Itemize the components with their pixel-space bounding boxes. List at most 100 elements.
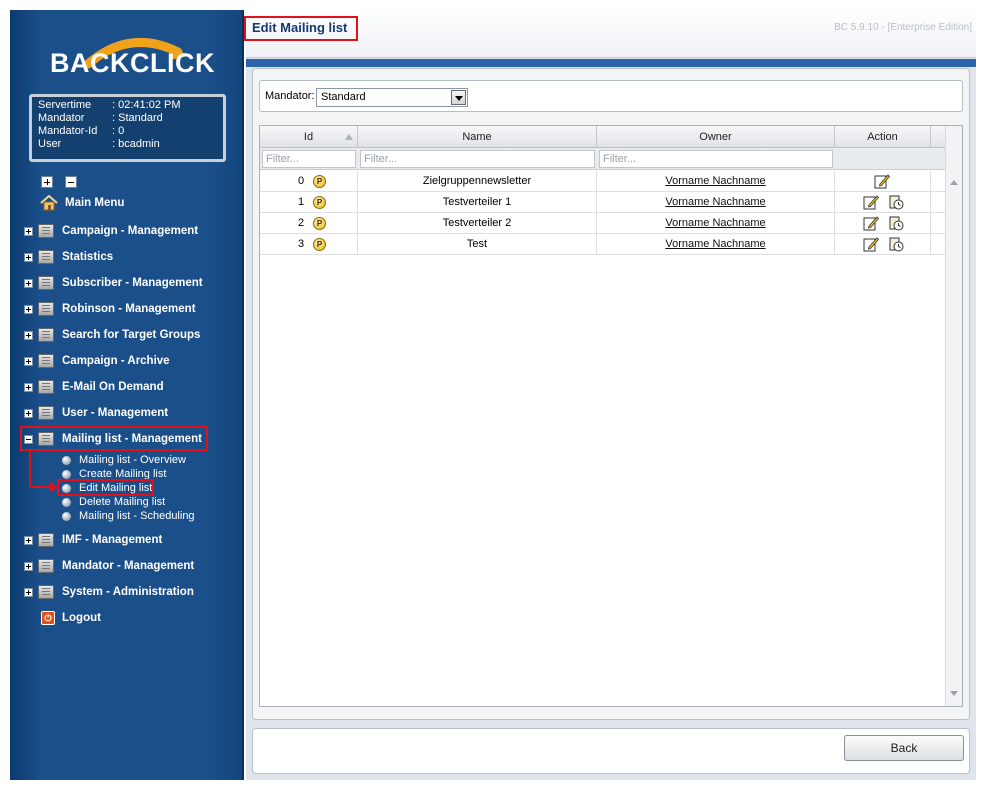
servertime-value: : 02:41:02 PM [112,99,181,111]
nav-label: Subscriber - Management [62,277,203,289]
schedule-icon[interactable] [888,216,904,231]
table-row[interactable]: 2P Testverteiler 2 Vorname Nachname [260,213,945,234]
sub-item-mailing-scheduling[interactable]: Mailing list - Scheduling [62,509,195,523]
nav-email-on-demand[interactable]: E-Mail On Demand [24,377,164,397]
annotation-arrow-icon [29,451,58,492]
nav-campaign-archive[interactable]: Campaign - Archive [24,351,170,371]
sub-item-mailing-overview[interactable]: Mailing list - Overview [62,453,186,467]
nav-label: Main Menu [65,197,125,209]
filter-input-name[interactable]: Filter... [360,150,595,168]
mandator-id-label: Mandator-Id [38,125,98,137]
nav-label: E-Mail On Demand [62,381,164,393]
nav-imf-management[interactable]: IMF - Management [24,530,162,550]
column-header-name[interactable]: Name [358,126,597,148]
row-name: Testverteiler 2 [358,213,597,234]
expand-icon[interactable] [24,278,33,288]
nav-system-administration[interactable]: System - Administration [24,582,194,602]
folder-icon [38,585,54,599]
home-icon [40,195,58,211]
folder-icon [38,276,54,290]
expand-icon[interactable] [24,561,33,571]
schedule-icon[interactable] [888,237,904,252]
p-badge-icon: P [313,217,326,230]
expand-icon[interactable] [24,330,33,340]
row-name: Testverteiler 1 [358,192,597,213]
table-row[interactable]: 0P Zielgruppennewsletter Vorname Nachnam… [260,171,945,192]
edit-icon[interactable] [874,174,890,189]
filter-input-id[interactable]: Filter... [262,150,356,168]
main-panel: Mandator: Standard Id Name Owner Action … [252,68,970,720]
user-label: User [38,138,62,150]
expand-icon[interactable] [24,304,33,314]
edit-icon[interactable] [863,195,879,210]
folder-icon [38,559,54,573]
folder-icon [38,302,54,316]
row-owner-link[interactable]: Vorname Nachname [665,175,765,187]
server-info-box: Servertime: 02:41:02 PM Mandator: Standa… [29,94,226,162]
row-owner-link[interactable]: Vorname Nachname [665,196,765,208]
row-owner-link[interactable]: Vorname Nachname [665,217,765,229]
table-row[interactable]: 1P Testverteiler 1 Vorname Nachname [260,192,945,213]
nav-subscriber-management[interactable]: Subscriber - Management [24,273,203,293]
folder-icon [38,224,54,238]
nav-logout[interactable]: ⏻ Logout [37,608,101,628]
filter-input-owner[interactable]: Filter... [599,150,833,168]
p-badge-icon: P [313,238,326,251]
nav-label: Search for Target Groups [62,329,201,341]
column-label: Name [462,131,492,143]
collapse-all-icon[interactable] [65,176,77,188]
expand-icon[interactable] [24,535,33,545]
nav-label: Campaign - Archive [62,355,170,367]
expand-icon[interactable] [24,356,33,366]
expand-icon[interactable] [24,382,33,392]
column-label: Action [867,131,898,143]
row-name: Zielgruppennewsletter [358,171,597,192]
table-row[interactable]: 3P Test Vorname Nachname [260,234,945,255]
expand-icon[interactable] [24,408,33,418]
mandator-id-value: : 0 [112,125,125,137]
p-badge-icon: P [313,196,326,209]
sort-ascending-icon [345,134,353,140]
schedule-icon[interactable] [888,195,904,210]
nav-search-target-groups[interactable]: Search for Target Groups [24,325,200,345]
nav-mandator-management[interactable]: Mandator - Management [24,556,194,576]
row-owner-link[interactable]: Vorname Nachname [665,238,765,250]
nav-label: Robinson - Management [62,303,196,315]
folder-icon [38,406,54,420]
nav-label: Mandator - Management [62,560,195,572]
expand-icon[interactable] [24,587,33,597]
edit-icon[interactable] [863,237,879,252]
edit-icon[interactable] [863,216,879,231]
nav-user-management[interactable]: User - Management [24,403,168,423]
row-id: 1 [298,196,305,208]
sub-item-label: Mailing list - Scheduling [79,510,195,522]
nav-robinson-management[interactable]: Robinson - Management [24,299,196,319]
nav-main-menu[interactable]: Main Menu [40,193,124,213]
scroll-up-icon[interactable] [950,180,958,185]
bullet-icon [62,497,71,507]
folder-icon [38,533,54,547]
back-button[interactable]: Back [844,735,964,761]
grid-scrollbar[interactable] [945,126,962,706]
scroll-down-icon[interactable] [950,691,958,696]
column-header-id[interactable]: Id [260,126,358,148]
nav-label: User - Management [62,407,169,419]
expand-all-icon[interactable] [41,176,53,188]
dropdown-arrow-icon[interactable] [451,90,466,105]
nav-label: Statistics [62,251,114,263]
sub-item-delete-mailing[interactable]: Delete Mailing list [62,495,165,509]
expand-icon[interactable] [24,226,33,236]
nav-label: System - Administration [62,586,194,598]
column-label: Id [303,131,314,143]
header-strip [246,59,976,67]
row-id: 3 [298,238,305,250]
mandator-value: : Standard [112,112,163,124]
nav-campaign-management[interactable]: Campaign - Management [24,221,198,241]
bullet-icon [62,511,71,521]
column-header-owner[interactable]: Owner [597,126,835,148]
mandator-filter-bar: Mandator: Standard [259,80,963,112]
expand-icon[interactable] [24,252,33,262]
row-name: Test [358,234,597,255]
nav-statistics[interactable]: Statistics [24,247,113,267]
mandator-select[interactable]: Standard [316,88,468,107]
